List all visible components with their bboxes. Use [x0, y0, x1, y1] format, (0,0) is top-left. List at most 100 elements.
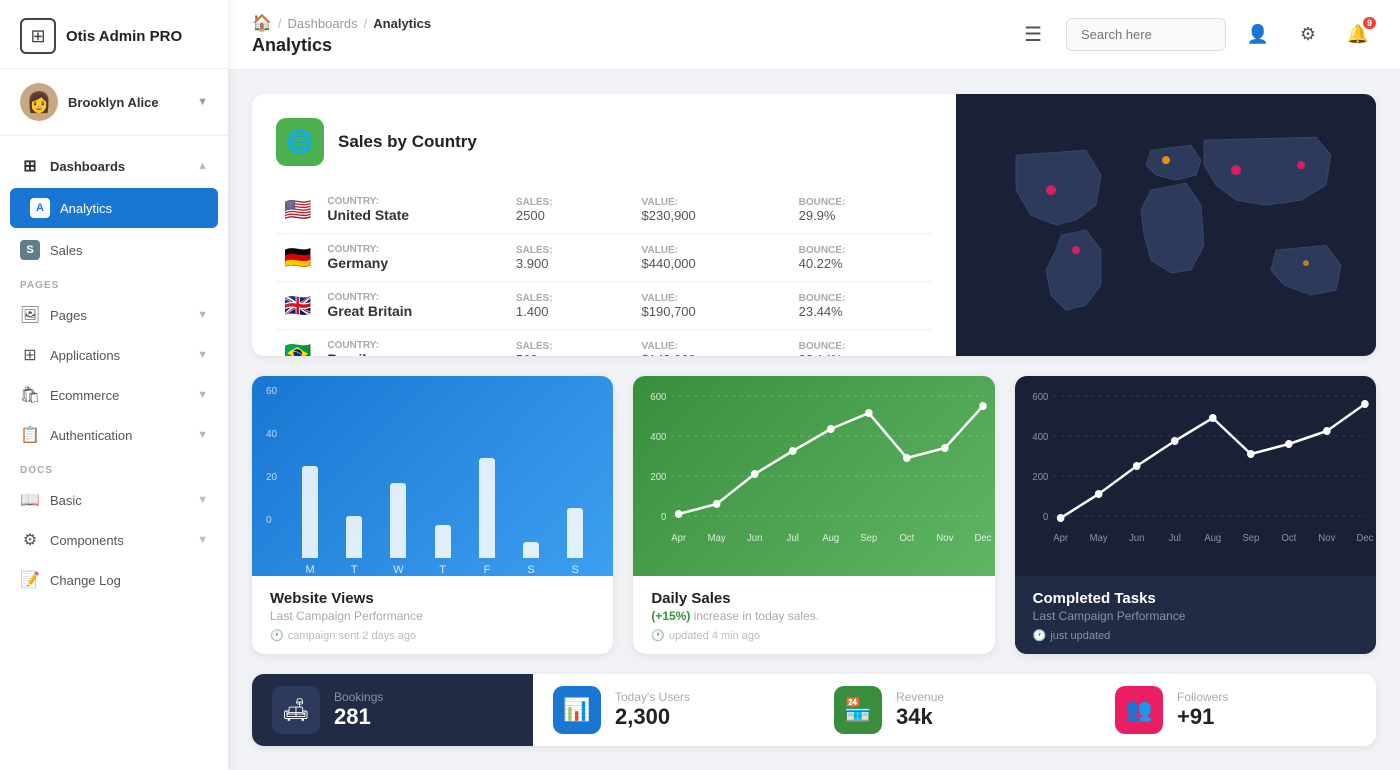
- svg-text:Jun: Jun: [747, 533, 762, 544]
- pages-icon: 🖼: [20, 305, 40, 325]
- bar-label: F: [483, 564, 490, 576]
- sidebar-user[interactable]: 👩 Brooklyn Alice ▼: [0, 69, 228, 136]
- svg-text:Aug: Aug: [823, 533, 840, 544]
- settings-button[interactable]: ⚙: [1290, 17, 1326, 53]
- bar-label: S: [527, 564, 534, 576]
- sidebar-item-sales[interactable]: S Sales: [0, 230, 228, 270]
- svg-text:400: 400: [651, 432, 667, 443]
- country-label: Country:: [327, 292, 499, 303]
- stat-text: Today's Users 2,300: [615, 690, 690, 730]
- bar-label: T: [351, 564, 358, 576]
- sidebar-item-label: Dashboards: [50, 159, 187, 174]
- stat-text: Revenue 34k: [896, 690, 944, 730]
- completed-tasks-chart: 600 400 200 0: [1015, 376, 1376, 576]
- y-label: 20: [266, 472, 277, 483]
- chart-time: 🕐 just updated: [1033, 629, 1358, 642]
- sidebar-item-authentication[interactable]: 📋 Authentication ▼: [0, 415, 228, 455]
- sidebar-item-basic[interactable]: 📖 Basic ▼: [0, 480, 228, 520]
- user-profile-button[interactable]: 👤: [1240, 17, 1276, 53]
- analytics-letter-icon: A: [30, 198, 50, 218]
- bar-label: W: [393, 564, 403, 576]
- breadcrumb-analytics: Analytics: [373, 16, 431, 31]
- sidebar-item-label: Sales: [50, 243, 208, 258]
- svg-text:Sep: Sep: [861, 533, 878, 544]
- changelog-icon: 📝: [20, 570, 40, 590]
- sidebar-item-components[interactable]: ⚙ Components ▼: [0, 520, 228, 560]
- menu-icon[interactable]: ☰: [1024, 22, 1042, 47]
- stat-label: Followers: [1177, 690, 1228, 704]
- y-label: 40: [266, 429, 277, 440]
- svg-text:Jul: Jul: [787, 533, 799, 544]
- table-row: 🇺🇸 Country: United State Sales: 2500 Val…: [276, 186, 932, 234]
- highlight-text: (+15%): [651, 609, 690, 623]
- search-input[interactable]: [1066, 18, 1226, 51]
- svg-text:Apr: Apr: [1053, 533, 1069, 544]
- y-label: 0: [266, 515, 277, 526]
- sales-value: 562: [516, 352, 626, 357]
- stat-users: 📊 Today's Users 2,300: [533, 674, 814, 746]
- svg-text:May: May: [708, 533, 726, 544]
- logo-icon: ⊞: [20, 18, 56, 54]
- globe-icon: 🌐: [276, 118, 324, 166]
- home-icon[interactable]: 🏠: [252, 13, 272, 33]
- bounce-label: Bounce:: [799, 197, 924, 208]
- country-name: Brasil: [327, 351, 499, 356]
- value-value: $143,960: [642, 352, 783, 357]
- svg-text:Oct: Oct: [900, 533, 915, 544]
- country-name: Germany: [327, 255, 499, 271]
- components-icon: ⚙: [20, 530, 40, 550]
- section-label-pages: PAGES: [0, 270, 228, 295]
- sales-by-country-card: 🌐 Sales by Country 🇺🇸 Country: United St…: [252, 94, 1376, 356]
- sidebar-item-label: Pages: [50, 308, 187, 323]
- notifications-button[interactable]: 🔔 9: [1340, 17, 1376, 53]
- value-value: $230,900: [642, 208, 783, 223]
- svg-text:Dec: Dec: [1356, 533, 1373, 544]
- dashboards-icon: ⊞: [20, 156, 40, 176]
- chart-bottom-sales: Daily Sales (+15%) increase in today sal…: [633, 576, 994, 654]
- chart-bottom-tasks: Completed Tasks Last Campaign Performanc…: [1015, 576, 1376, 654]
- world-map: [956, 94, 1376, 356]
- sidebar-item-changelog[interactable]: 📝 Change Log: [0, 560, 228, 600]
- breadcrumb-dashboards[interactable]: Dashboards: [288, 16, 358, 31]
- logo-title: Otis Admin PRO: [66, 28, 182, 45]
- stat-value: 34k: [896, 704, 944, 730]
- y-label: 60: [266, 386, 277, 397]
- svg-text:Nov: Nov: [937, 533, 954, 544]
- header: 🏠 / Dashboards / Analytics Analytics ☰ 👤…: [228, 0, 1400, 70]
- section-label-docs: DOCS: [0, 455, 228, 480]
- chart-title: Website Views: [270, 590, 595, 607]
- sidebar-item-pages[interactable]: 🖼 Pages ▼: [0, 295, 228, 335]
- bookings-icon: 🛋: [272, 686, 320, 734]
- chart-time: 🕐 updated 4 min ago: [651, 629, 976, 642]
- value-label: Value:: [642, 293, 783, 304]
- svg-text:Aug: Aug: [1204, 533, 1221, 544]
- chevron-down-icon: ▼: [197, 429, 208, 441]
- sidebar-item-dashboards[interactable]: ⊞ Dashboards ▲: [0, 146, 228, 186]
- sales-label: Sales:: [516, 293, 626, 304]
- completed-tasks-card: 600 400 200 0: [1015, 376, 1376, 654]
- card-title: Sales by Country: [338, 132, 477, 152]
- sidebar-item-applications[interactable]: ⊞ Applications ▼: [0, 335, 228, 375]
- sidebar-item-ecommerce[interactable]: 🛍 Ecommerce ▼: [0, 375, 228, 415]
- breadcrumb: 🏠 / Dashboards / Analytics: [252, 13, 1008, 33]
- bounce-label: Bounce:: [799, 245, 924, 256]
- avatar: 👩: [20, 83, 58, 121]
- chevron-down-icon: ▼: [197, 349, 208, 361]
- sales-label: Sales:: [516, 341, 626, 352]
- svg-text:0: 0: [1043, 512, 1049, 523]
- country-name: Great Britain: [327, 303, 499, 319]
- sidebar-item-analytics[interactable]: A Analytics: [10, 188, 218, 228]
- stat-value: +91: [1177, 704, 1228, 730]
- chevron-down-icon: ▼: [197, 389, 208, 401]
- country-flag: 🇧🇷: [284, 341, 311, 357]
- notification-badge: 9: [1363, 17, 1376, 29]
- value-label: Value:: [642, 341, 783, 352]
- sidebar-item-label: Applications: [50, 348, 187, 363]
- svg-text:200: 200: [651, 472, 667, 483]
- stat-followers: 👥 Followers +91: [1095, 674, 1376, 746]
- followers-icon: 👥: [1115, 686, 1163, 734]
- stat-label: Bookings: [334, 690, 383, 704]
- card-header: 🌐 Sales by Country: [276, 118, 932, 166]
- country-flag: 🇺🇸: [284, 197, 311, 222]
- sales-value: 1.400: [516, 304, 626, 319]
